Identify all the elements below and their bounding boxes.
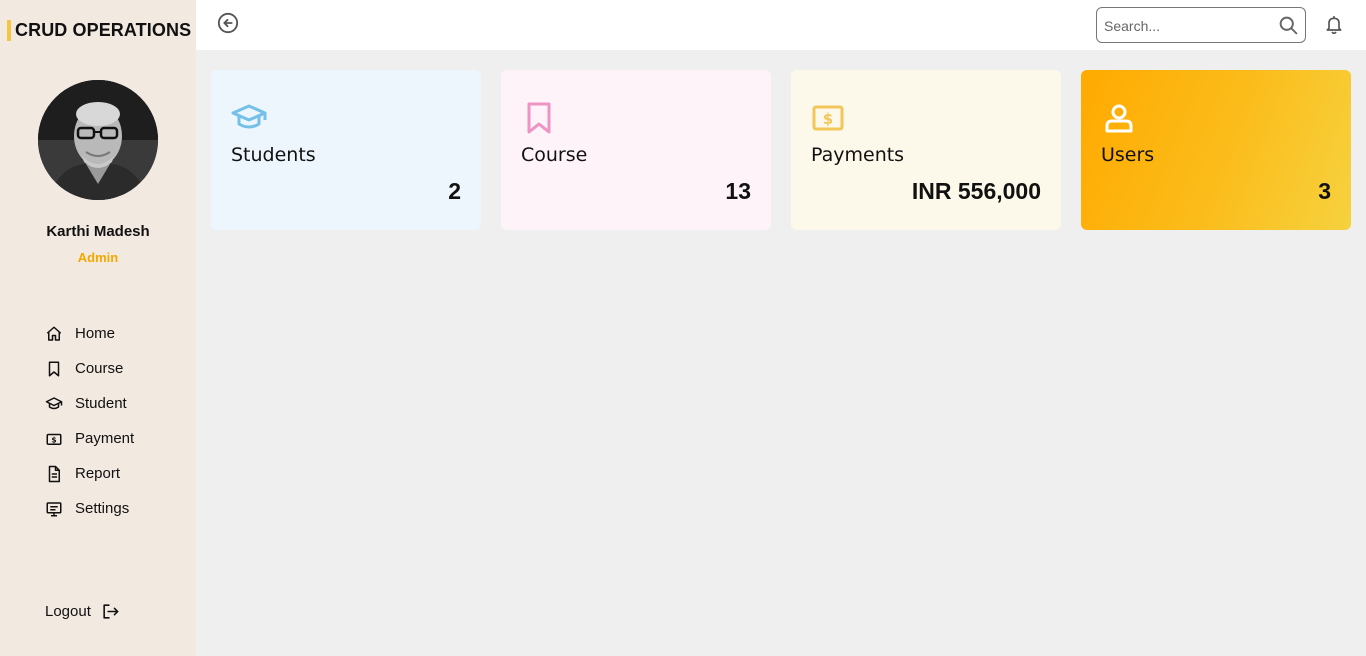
user-icon — [1105, 104, 1133, 133]
card-title: Payments — [811, 144, 905, 166]
top-bar — [196, 0, 1366, 50]
payments-card[interactable]: $ Payments INR 556,000 — [791, 70, 1061, 230]
bookmark-icon — [527, 102, 551, 134]
card-value: INR 556,000 — [911, 178, 1041, 204]
sidebar-item-label: Payment — [75, 430, 135, 447]
sidebar: CRUD OPERATIONS Karthi Madesh Admin Home… — [0, 0, 196, 656]
sidebar-item-label: Report — [75, 465, 121, 482]
avatar — [38, 80, 158, 200]
sidebar-nav: Home Course Student $ Payment Report Set… — [45, 316, 134, 526]
sidebar-item-student[interactable]: Student — [45, 386, 134, 421]
search-box — [1096, 7, 1306, 43]
sidebar-item-label: Home — [75, 325, 116, 342]
sidebar-item-report[interactable]: Report — [45, 456, 134, 491]
search-icon[interactable] — [1278, 15, 1299, 36]
document-icon — [48, 465, 60, 482]
graduation-cap-icon — [45, 396, 63, 409]
sidebar-item-label: Settings — [75, 500, 130, 517]
home-icon — [46, 326, 62, 341]
users-card[interactable]: Users 3 — [1081, 70, 1351, 230]
sidebar-item-label: Course — [75, 360, 124, 377]
search-input[interactable] — [1104, 16, 1269, 36]
course-card[interactable]: Course 13 — [501, 70, 771, 230]
dollar-bill-icon: $ — [812, 105, 844, 131]
card-value: 13 — [725, 178, 751, 204]
card-value: 3 — [1318, 178, 1331, 204]
card-title: Users — [1101, 144, 1155, 166]
logout-icon — [103, 604, 119, 619]
logout-label: Logout — [45, 603, 91, 620]
svg-text:$: $ — [51, 435, 56, 444]
brand-title: CRUD OPERATIONS — [7, 20, 191, 41]
bookmark-icon — [48, 361, 60, 376]
sidebar-item-label: Student — [75, 395, 127, 412]
arrow-left-circle-icon[interactable] — [217, 12, 239, 34]
sidebar-item-settings[interactable]: Settings — [45, 491, 134, 526]
card-title: Students — [231, 144, 316, 166]
dollar-bill-icon: $ — [46, 433, 62, 445]
bell-icon[interactable] — [1324, 14, 1344, 36]
svg-text:$: $ — [823, 110, 833, 128]
settings-panel-icon — [46, 501, 62, 516]
sidebar-item-home[interactable]: Home — [45, 316, 134, 351]
graduation-cap-icon — [231, 104, 267, 129]
profile-name: Karthi Madesh — [46, 223, 150, 240]
card-title: Course — [521, 144, 588, 166]
profile-role: Admin — [77, 250, 119, 265]
card-value: 2 — [448, 178, 461, 204]
sidebar-item-payment[interactable]: $ Payment — [45, 421, 134, 456]
sidebar-item-course[interactable]: Course — [45, 351, 134, 386]
students-card[interactable]: Students 2 — [211, 70, 481, 230]
logout-button[interactable]: Logout — [45, 602, 120, 621]
